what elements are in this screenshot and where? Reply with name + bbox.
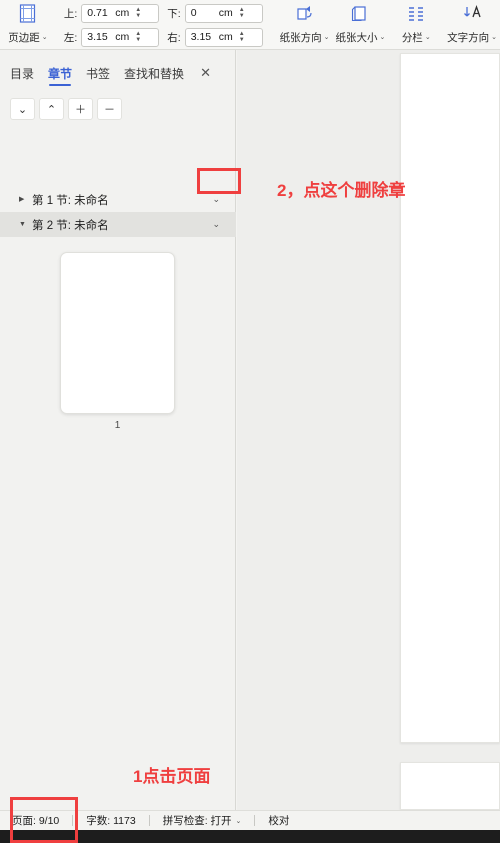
page-thumbnail-1[interactable] <box>60 252 175 414</box>
page-margins-label: 页边距 <box>8 31 40 44</box>
annotation-box-step1 <box>10 797 78 843</box>
top-margin-stepper[interactable]: ▲ ▼ <box>133 7 143 19</box>
bottom-margin-input[interactable]: 0 cm ▲ ▼ <box>184 3 263 23</box>
stepper-down-icon[interactable]: ▼ <box>135 37 141 43</box>
left-margin-input[interactable]: 3.15 cm ▲ ▼ <box>81 27 160 47</box>
top-margin-group: 上: 0.71 cm ▲ ▼ <box>63 1 160 25</box>
status-divider <box>148 815 150 826</box>
section-tree: ▶ 第 1 节: 未命名 ⌄ ▼ 第 2 节: 未命名 ⌄ <box>0 187 236 237</box>
move-up-button[interactable]: ⌃ <box>39 98 64 120</box>
page-size-label: 纸张大小 <box>335 31 378 44</box>
section-toolbar: ⌄ ⌃ ＋ － <box>10 98 122 120</box>
right-margin-input[interactable]: 3.15 cm ▲ ▼ <box>184 27 263 47</box>
section-1-menu-icon[interactable]: ⌄ <box>212 194 220 205</box>
section-2-label: 第 2 节: 未命名 <box>32 219 109 232</box>
chevron-down-icon[interactable]: ⌄ <box>491 33 497 41</box>
add-section-button[interactable]: ＋ <box>68 98 93 120</box>
text-direction-label: 文字方向 <box>447 31 490 44</box>
stepper-down-icon[interactable]: ▼ <box>135 13 141 19</box>
bottom-margin-unit: cm <box>218 7 233 19</box>
tab-sections[interactable]: 章节 <box>48 65 72 86</box>
left-margin-label: 左: <box>63 31 78 44</box>
right-margin-unit: cm <box>218 31 233 43</box>
section-1-label: 第 1 节: 未命名 <box>32 194 109 207</box>
stepper-down-icon[interactable]: ▼ <box>239 37 245 43</box>
ribbon-row-bottom: 页边距 ⌄ 左: 3.15 cm ▲ ▼ 右: 3.15 cm ▲ ▼ 纸张方向… <box>0 25 500 49</box>
right-margin-group: 右: 3.15 cm ▲ ▼ <box>167 25 263 49</box>
bottom-margin-label: 下: <box>167 7 181 20</box>
bottom-margin-value: 0 <box>190 7 197 19</box>
stepper-down-icon[interactable]: ▼ <box>239 13 245 19</box>
app-window: 上: 0.71 cm ▲ ▼ 下: 0 cm ▲ ▼ 页边距 ⌄ 左: 3.15… <box>0 0 500 843</box>
navigation-tabs: 目录 章节 书签 查找和替换 ✕ <box>0 60 236 90</box>
chevron-down-icon[interactable]: ⌄ <box>379 33 385 41</box>
section-2-menu-icon[interactable]: ⌄ <box>212 219 220 230</box>
left-margin-unit: cm <box>115 31 130 43</box>
annotation-text-step2: 2，点这个删除章 <box>277 181 406 200</box>
tab-find-replace[interactable]: 查找和替换 <box>124 65 184 86</box>
right-margin-stepper[interactable]: ▲ ▼ <box>237 31 247 43</box>
page-margins-icon[interactable] <box>0 1 56 25</box>
page-orientation-icon[interactable] <box>277 1 333 25</box>
top-margin-input[interactable]: 0.71 cm ▲ ▼ <box>81 3 160 23</box>
close-panel-icon[interactable]: ✕ <box>200 65 211 85</box>
right-margin-value: 3.15 <box>190 31 212 43</box>
columns-icon[interactable] <box>388 1 444 25</box>
status-divider <box>254 815 256 826</box>
annotation-box-step2 <box>197 168 241 194</box>
page-size-button[interactable]: 纸张大小 ⌄ <box>332 25 388 49</box>
left-margin-value: 3.15 <box>87 31 108 43</box>
tree-row-section-2[interactable]: ▼ 第 2 节: 未命名 ⌄ <box>0 212 236 237</box>
expand-triangle-icon[interactable]: ▶ <box>19 196 24 203</box>
page-margins-glyph <box>19 3 36 23</box>
page-margins-button[interactable]: 页边距 ⌄ <box>0 25 56 49</box>
right-margin-label: 右: <box>167 31 181 44</box>
ribbon-row-top: 上: 0.71 cm ▲ ▼ 下: 0 cm ▲ ▼ <box>0 1 500 25</box>
top-margin-label: 上: <box>63 7 78 20</box>
collapse-triangle-icon[interactable]: ▼ <box>19 221 26 228</box>
document-workspace[interactable] <box>237 50 500 810</box>
columns-label: 分栏 <box>401 31 423 44</box>
text-direction-button[interactable]: 文字方向 ⌄ <box>444 25 500 49</box>
chevron-down-icon[interactable]: ⌄ <box>42 33 48 41</box>
proofread-button[interactable]: 校对 <box>268 813 289 828</box>
word-count[interactable]: 字数: 1173 <box>86 813 135 828</box>
navigation-panel: 目录 章节 书签 查找和替换 ✕ ⌄ ⌃ ＋ － ▶ 第 1 节: 未命名 ⌄ … <box>0 50 236 810</box>
annotation-text-step1: 1点击页面 <box>133 767 211 786</box>
left-margin-group: 左: 3.15 cm ▲ ▼ <box>63 25 160 49</box>
tab-contents[interactable]: 目录 <box>10 65 34 86</box>
spellcheck-status[interactable]: 拼写检查: 打开 <box>163 813 232 828</box>
top-margin-unit: cm <box>115 7 130 19</box>
chevron-down-icon[interactable]: ⌄ <box>236 817 242 825</box>
columns-button[interactable]: 分栏 ⌄ <box>388 25 444 49</box>
page-orientation-label: 纸张方向 <box>279 31 322 44</box>
text-direction-icon[interactable] <box>444 1 500 25</box>
left-margin-stepper[interactable]: ▲ ▼ <box>133 31 143 43</box>
document-page-1[interactable] <box>400 53 500 743</box>
top-margin-value: 0.71 <box>87 7 108 19</box>
remove-section-button[interactable]: － <box>97 98 122 120</box>
chevron-down-icon[interactable]: ⌄ <box>425 33 431 41</box>
bottom-margin-group: 下: 0 cm ▲ ▼ <box>167 1 263 25</box>
page-size-icon[interactable] <box>332 1 388 25</box>
chevron-down-icon[interactable]: ⌄ <box>324 33 330 41</box>
move-down-button[interactable]: ⌄ <box>10 98 35 120</box>
page-orientation-button[interactable]: 纸张方向 ⌄ <box>277 25 333 49</box>
bottom-margin-stepper[interactable]: ▲ ▼ <box>237 7 247 19</box>
page-thumbnail-1-label: 1 <box>114 420 121 431</box>
ribbon-toolbar: 上: 0.71 cm ▲ ▼ 下: 0 cm ▲ ▼ 页边距 ⌄ 左: 3.15… <box>0 0 500 50</box>
tab-bookmarks[interactable]: 书签 <box>86 65 110 86</box>
document-page-2[interactable] <box>400 762 500 810</box>
